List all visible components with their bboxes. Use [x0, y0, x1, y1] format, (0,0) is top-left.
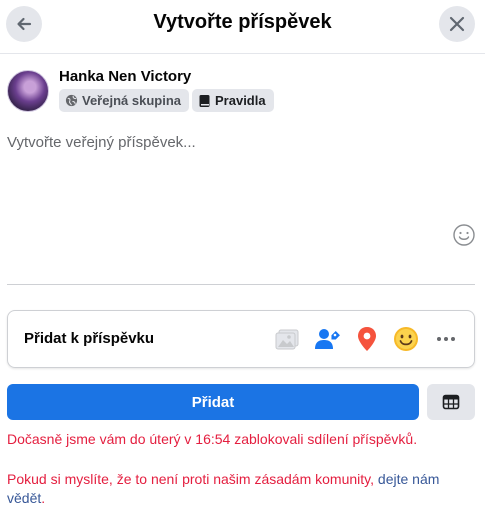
add-to-post-label: Přidat k příspěvku: [24, 330, 155, 347]
composer-divider: [7, 284, 475, 285]
book-icon: [199, 94, 210, 107]
photo-icon: [275, 329, 299, 350]
tag-people-button[interactable]: [314, 326, 340, 352]
post-placeholder: Vytvořte veřejný příspěvek...: [7, 134, 196, 151]
photo-button[interactable]: [274, 326, 300, 352]
feeling-button[interactable]: [393, 326, 419, 352]
notice-suffix: .: [41, 490, 46, 506]
more-icon: [437, 337, 455, 341]
audience-label: Veřejná skupina: [82, 93, 181, 108]
check-in-button[interactable]: [354, 326, 380, 352]
dialog-title: Vytvořte příspěvek: [153, 11, 332, 33]
audience-selector[interactable]: Veřejná skupina: [59, 89, 189, 112]
rules-button[interactable]: Pravidla: [192, 89, 274, 112]
feeling-emoji-icon: [394, 327, 418, 351]
author-name: Hanka Nen Victory: [59, 68, 192, 85]
dialog-header: Vytvořte příspěvek: [0, 0, 485, 54]
more-options-button[interactable]: [433, 326, 459, 352]
post-text-input[interactable]: Vytvořte veřejný příspěvek...: [7, 134, 457, 274]
table-button[interactable]: [427, 384, 475, 420]
post-button[interactable]: Přidat: [7, 384, 419, 420]
add-to-post-bar: Přidat k příspěvku: [7, 310, 475, 368]
rules-label: Pravidla: [215, 93, 266, 108]
close-button[interactable]: [439, 6, 475, 42]
tag-people-icon: [315, 329, 340, 349]
globe-icon: [65, 94, 78, 107]
smiley-icon: [453, 224, 475, 246]
emoji-picker-button[interactable]: [452, 223, 476, 247]
table-icon: [442, 394, 460, 410]
location-pin-icon: [358, 327, 376, 351]
close-icon: [449, 16, 465, 32]
community-standards-notice: Pokud si myslíte, že to není proti našim…: [7, 470, 477, 508]
notice-text: Pokud si myslíte, že to není proti našim…: [7, 471, 378, 487]
avatar[interactable]: [7, 70, 49, 112]
block-error-message: Dočasně jsme vám do úterý v 16:54 zablok…: [7, 431, 418, 447]
